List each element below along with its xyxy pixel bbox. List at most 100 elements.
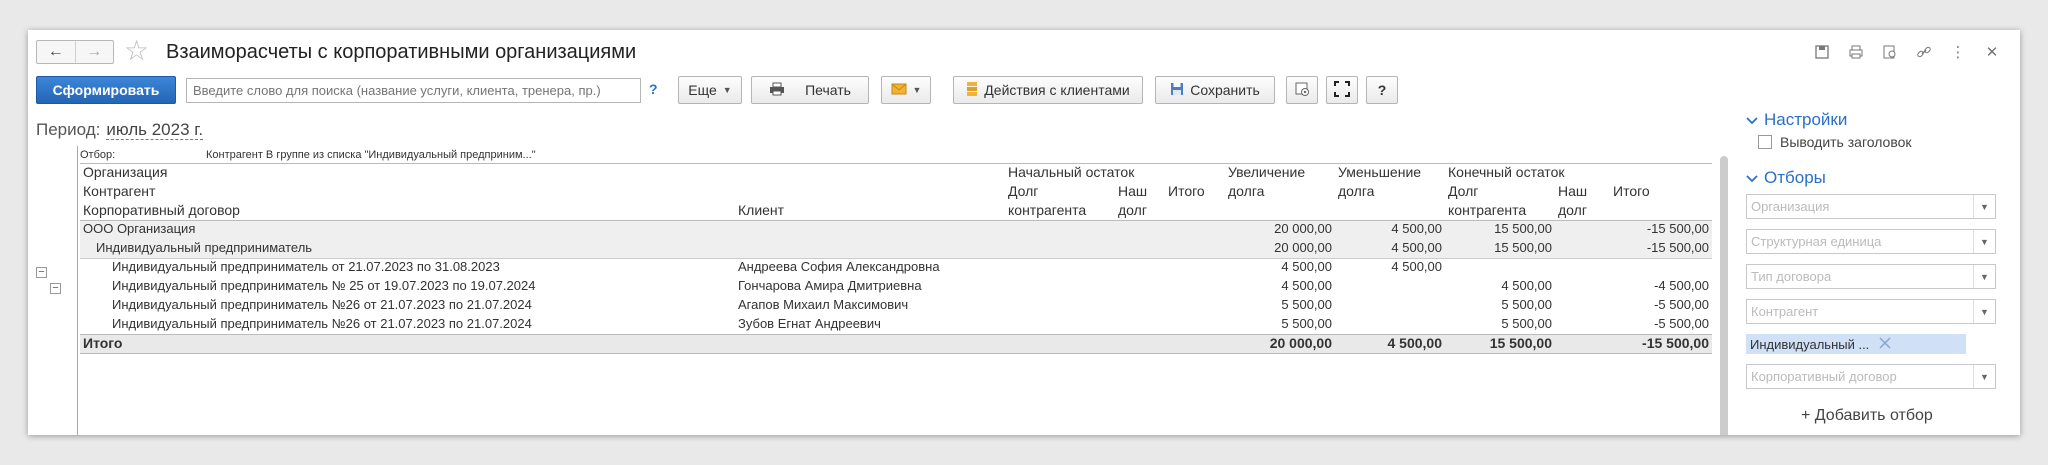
dropdown-icon[interactable]: ▼ [1973,365,1995,388]
header-row-1: Организация Начальный остаток Увеличение… [80,163,1712,183]
header-increase-2: долга [1228,182,1265,199]
forward-button[interactable]: → [74,41,114,63]
stack-icon [966,81,978,100]
table-row[interactable]: ООО Организация 20 000,00 4 500,00 15 50… [80,220,1712,240]
filters-section-toggle[interactable]: Отборы [1746,168,2016,188]
search-input[interactable] [186,78,641,103]
corporate-contract-field[interactable]: Корпоративный договор ▼ [1746,364,1996,389]
header-closing-balance: Конечный остаток [1445,163,1712,183]
period: Период: июль 2023 г. [36,120,204,140]
table-row[interactable]: Индивидуальный предприниматель № 25 от 1… [80,278,1712,297]
header-row-3: Корпоративный договор Клиент контрагента… [80,202,1712,221]
filter-label: Отбор: [80,149,116,161]
more-label: Еще [688,82,717,98]
nav-buttons: ← → [36,40,114,64]
header-contractor: Контрагент [83,182,156,199]
cell-close-total: -4 500,00 [1654,277,1709,293]
totals-label: Итого [80,334,1225,354]
cell-close-debt: 5 500,00 [1501,296,1552,312]
structural-unit-field[interactable]: Структурная единица ▼ [1746,229,1996,254]
caret-down-icon: ▼ [912,85,922,95]
cell-contract: Индивидуальный предприниматель № 25 от 1… [112,277,536,293]
header-row-2: Контрагент Долг Наш Итого долга долга До… [80,183,1712,202]
cell-increase: 4 500,00 [1281,277,1332,293]
cell-increase: 20 000,00 [1225,220,1335,240]
client-actions-button[interactable]: Действия с клиентами [953,76,1143,104]
search-help-link[interactable]: ? [649,81,658,97]
floppy-icon [1170,82,1184,99]
print-icon[interactable] [1846,42,1866,62]
settings-button[interactable] [1286,76,1318,104]
dropdown-icon[interactable]: ▼ [1973,300,1995,323]
settings-panel: Настройки Выводить заголовок Отборы Орга… [1746,110,2016,430]
link-icon[interactable] [1914,42,1934,62]
period-value-link[interactable]: июль 2023 г. [106,120,204,140]
cell-close-total: -15 500,00 [1610,239,1712,259]
group-name: ООО Организация [80,220,1225,240]
total-decrease: 4 500,00 [1335,334,1445,354]
header-client: Клиент [738,201,785,218]
report-area: Отбор: Контрагент В группе из списка "Инд… [28,146,1728,435]
contract-type-field[interactable]: Тип договора ▼ [1746,264,1996,289]
contractor-field[interactable]: Контрагент ▼ [1746,299,1996,324]
caret-down-icon: ▼ [722,85,732,95]
more-vertical-icon[interactable]: ⋮ [1948,42,1968,62]
header-debt-contractor-2: контрагента [1008,201,1087,218]
save-label: Сохранить [1190,82,1260,98]
structural-unit-placeholder: Структурная единица [1751,234,1882,249]
total-close-total: -15 500,00 [1610,334,1712,354]
header-close-our-debt: долг [1558,201,1587,218]
cell-decrease: 4 500,00 [1335,239,1445,259]
table-row[interactable]: Индивидуальный предприниматель 20 000,00… [80,239,1712,259]
total-increase: 20 000,00 [1225,334,1335,354]
dropdown-icon[interactable]: ▼ [1973,230,1995,253]
email-button[interactable]: ▼ [881,76,931,104]
cell-close-debt [1445,259,1555,278]
favorite-star-icon[interactable]: ☆ [124,36,149,66]
dropdown-icon[interactable]: ▼ [1973,265,1995,288]
table-row[interactable]: Индивидуальный предприниматель от 21.07.… [80,258,1712,278]
cell-increase: 20 000,00 [1225,239,1335,259]
collapse-subgroup-icon[interactable]: − [50,283,61,294]
organization-field[interactable]: Организация ▼ [1746,194,1996,219]
collapse-group-icon[interactable]: − [36,267,47,278]
expand-icon [1334,80,1350,100]
more-button[interactable]: Еще ▼ [678,76,742,104]
table-row[interactable]: Индивидуальный предприниматель №26 от 21… [80,316,1712,335]
generate-button[interactable]: Сформировать [36,76,176,104]
checkbox-box[interactable] [1758,135,1772,149]
tree-divider [77,146,78,435]
show-header-checkbox[interactable]: Выводить заголовок [1758,134,2016,150]
preview-icon[interactable] [1880,42,1900,62]
fullscreen-button[interactable] [1326,76,1358,104]
cell-close-total [1610,259,1712,278]
header-close-debt-2: контрагента [1448,201,1527,218]
print-button[interactable]: Печать [751,76,869,104]
cell-client: Агапов Михаил Максимович [738,296,909,312]
selected-contractor-tag[interactable]: Индивидуальный ... [1746,334,1966,354]
settings-section-toggle[interactable]: Настройки [1746,110,2016,130]
save-icon[interactable] [1812,42,1832,62]
dropdown-icon[interactable]: ▼ [1973,195,1995,218]
vertical-scrollbar[interactable] [1720,156,1728,435]
back-button[interactable]: ← [37,41,75,63]
cell-decrease: 4 500,00 [1391,259,1442,274]
organization-field-placeholder: Организация [1751,199,1830,214]
cell-close-debt: 15 500,00 [1445,220,1555,240]
table-row[interactable]: Индивидуальный предприниматель №26 от 21… [80,297,1712,316]
selected-tag-label: Индивидуальный ... [1750,336,1870,352]
header-debt-contractor: Долг [1008,182,1039,199]
report-settings-icon [1294,81,1310,100]
filter-value: Контрагент В группе из списка "Индивидуа… [206,149,536,161]
cell-close-debt: 5 500,00 [1501,315,1552,331]
window-tools: ⋮ ✕ [1812,42,2002,62]
settings-section-title: Настройки [1764,110,1848,129]
remove-tag-icon[interactable] [1879,336,1891,352]
help-button[interactable]: ? [1366,76,1398,104]
header-decrease: Уменьшение [1335,163,1445,183]
group-name: Индивидуальный предприниматель [80,239,1225,259]
header-organization: Организация [80,163,1005,183]
add-filter-link[interactable]: + Добавить отбор [1801,407,2016,425]
close-icon[interactable]: ✕ [1982,42,2002,62]
save-button[interactable]: Сохранить [1155,76,1275,104]
